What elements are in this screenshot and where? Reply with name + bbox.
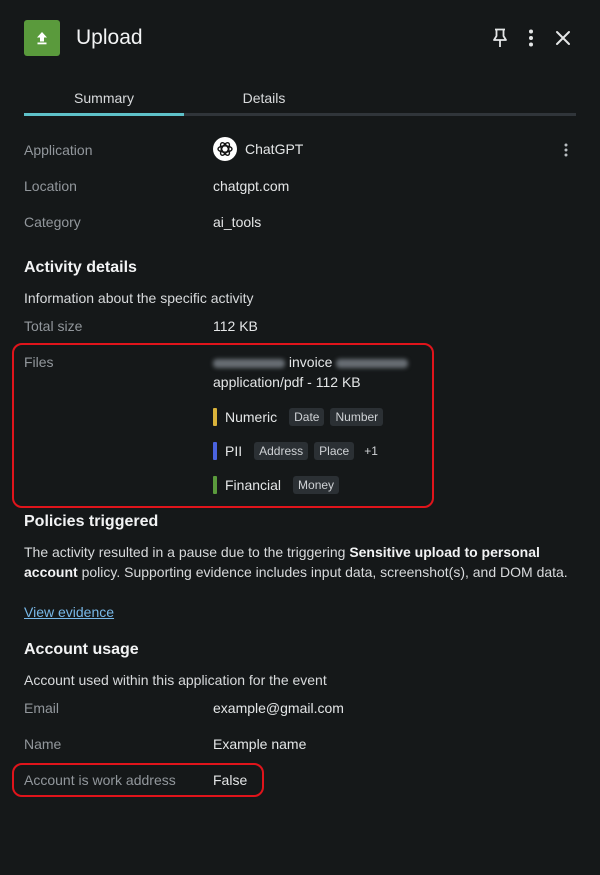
more-vertical-icon[interactable] (519, 26, 543, 50)
tab-summary[interactable]: Summary (24, 90, 184, 106)
data-type-color-bar (213, 476, 217, 494)
account-description: Account used within this application for… (24, 672, 327, 688)
application-value: ChatGPT (213, 137, 303, 161)
data-type-tag: Address (254, 442, 309, 460)
application-name: ChatGPT (245, 141, 304, 157)
location-value: chatgpt.com (213, 178, 290, 194)
redacted-text (213, 358, 285, 368)
name-label: Name (24, 736, 62, 752)
data-type-tag: Date (289, 408, 325, 426)
data-type-row: PII Address Place +1 (213, 441, 378, 461)
activity-description: Information about the specific activity (24, 290, 254, 306)
activity-title: Activity details (24, 259, 137, 276)
email-label: Email (24, 700, 60, 716)
data-type-row: Financial Money (213, 475, 345, 495)
policy-text-after: policy. Supporting evidence includes inp… (77, 564, 568, 580)
tab-details[interactable]: Details (184, 90, 344, 106)
data-type-tag: Money (293, 476, 340, 494)
active-tab-indicator (24, 113, 184, 116)
data-type-color-bar (213, 408, 217, 426)
panel-title: Upload (76, 26, 143, 49)
upload-icon (24, 20, 60, 56)
policies-title: Policies triggered (24, 513, 159, 530)
data-type-name: Financial (225, 477, 282, 493)
chatgpt-logo-icon (213, 137, 237, 161)
total-size-label: Total size (24, 318, 83, 334)
view-evidence-link[interactable]: View evidence (24, 604, 114, 620)
application-label: Application (24, 142, 93, 158)
policy-text-before: The activity resulted in a pause due to … (24, 544, 350, 560)
data-type-name: Numeric (225, 409, 278, 425)
data-type-tag: Number (330, 408, 384, 426)
data-type-row: Numeric Date Number (213, 407, 389, 427)
files-label: Files (24, 354, 54, 370)
total-size-value: 112 KB (213, 318, 258, 334)
application-more-icon[interactable] (556, 140, 576, 160)
data-type-tag: Place (314, 442, 355, 460)
email-value: example@gmail.com (213, 700, 344, 716)
tab-bar: Summary Details (24, 84, 576, 116)
work-address-value: False (213, 772, 248, 788)
name-value: Example name (213, 736, 307, 752)
policies-description: The activity resulted in a pause due to … (24, 542, 576, 582)
upload-detail-panel: Upload Summary Details Application ChatG… (0, 0, 600, 875)
category-label: Category (24, 214, 81, 230)
file-meta: application/pdf - 112 KB (213, 374, 361, 390)
account-title: Account usage (24, 641, 139, 658)
location-label: Location (24, 178, 77, 194)
more-tags-count[interactable]: +1 (364, 444, 378, 458)
work-address-label: Account is work address (24, 772, 176, 788)
file-name-row: invoice (213, 354, 409, 370)
close-icon[interactable] (551, 26, 575, 50)
panel-header: Upload (24, 20, 576, 56)
data-type-color-bar (213, 442, 217, 460)
pin-icon[interactable] (488, 26, 512, 50)
category-value: ai_tools (213, 214, 262, 230)
data-type-name: PII (225, 443, 243, 459)
redacted-text (336, 358, 409, 368)
file-name: invoice (288, 354, 333, 370)
